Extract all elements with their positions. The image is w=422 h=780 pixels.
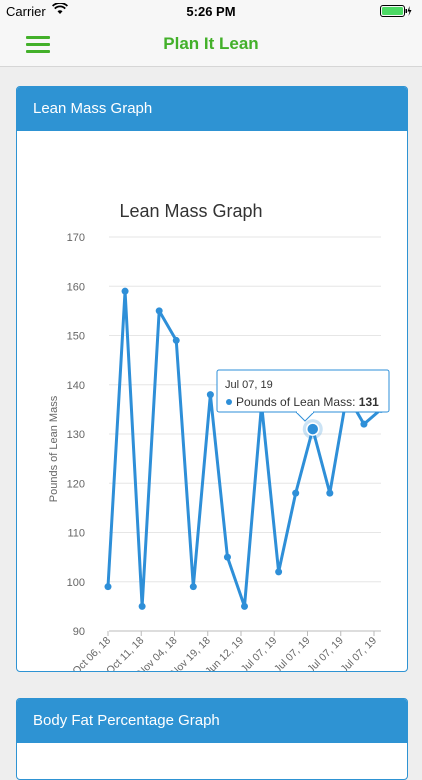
- data-point[interactable]: [326, 489, 334, 497]
- data-point[interactable]: [292, 489, 300, 497]
- battery-icon: [380, 5, 412, 17]
- y-tick-label: 90: [73, 626, 85, 638]
- tooltip-date: Jul 07, 19: [225, 379, 273, 391]
- lean-mass-card-header: Lean Mass Graph: [17, 87, 407, 131]
- tooltip-series-marker: [226, 399, 232, 405]
- data-point[interactable]: [189, 583, 197, 591]
- data-point[interactable]: [155, 307, 163, 315]
- data-point[interactable]: [121, 287, 129, 295]
- y-tick-label: 130: [67, 429, 85, 441]
- status-time: 5:26 PM: [186, 4, 236, 19]
- y-axis-label: Pounds of Lean Mass: [48, 395, 60, 502]
- lean-mass-series-line: [106, 289, 382, 608]
- data-point[interactable]: [360, 420, 368, 428]
- chart-title: Lean Mass Graph: [119, 201, 262, 221]
- data-point[interactable]: [104, 583, 112, 591]
- x-tick-label: Jul 07, 19: [338, 635, 379, 671]
- data-point[interactable]: [223, 553, 231, 561]
- status-bar: Carrier 5:26 PM: [0, 0, 422, 22]
- data-point[interactable]: [138, 602, 146, 610]
- y-tick-label: 150: [67, 331, 85, 343]
- data-point[interactable]: [172, 336, 180, 344]
- data-point[interactable]: [275, 568, 283, 576]
- x-tick-labels: Oct 06, 18Oct 11, 18Nov 04, 18Nov 19, 18…: [70, 631, 379, 671]
- data-points: [104, 287, 385, 610]
- navigation-bar: Plan It Lean: [0, 22, 422, 67]
- y-tick-label: 120: [67, 478, 85, 490]
- y-tick-label: 110: [67, 528, 85, 540]
- y-tick-labels: 90 100 110 120 130 140 150 160 170: [67, 232, 85, 638]
- tooltip-series-label: Pounds of Lean Mass: 131: [236, 395, 379, 409]
- y-tick-label: 160: [67, 281, 85, 293]
- body-fat-card-header: Body Fat Percentage Graph: [17, 699, 407, 743]
- body-fat-card: Body Fat Percentage Graph: [16, 698, 408, 780]
- data-point[interactable]: [206, 391, 214, 399]
- data-point[interactable]: [241, 602, 248, 610]
- chart-tooltip: Jul 07, 19 Pounds of Lean Mass: 131: [216, 369, 390, 422]
- lean-mass-chart[interactable]: Lean Mass Graph Pounds of Lean Mass 90 10…: [17, 131, 407, 671]
- y-tick-label: 140: [67, 380, 85, 392]
- y-tick-label: 170: [67, 232, 85, 244]
- app-title: Plan It Lean: [163, 34, 259, 53]
- y-tick-label: 100: [67, 577, 85, 589]
- lean-mass-card: Lean Mass Graph Lean Mass Graph Pounds o…: [16, 86, 408, 672]
- highlighted-data-point[interactable]: [306, 422, 320, 436]
